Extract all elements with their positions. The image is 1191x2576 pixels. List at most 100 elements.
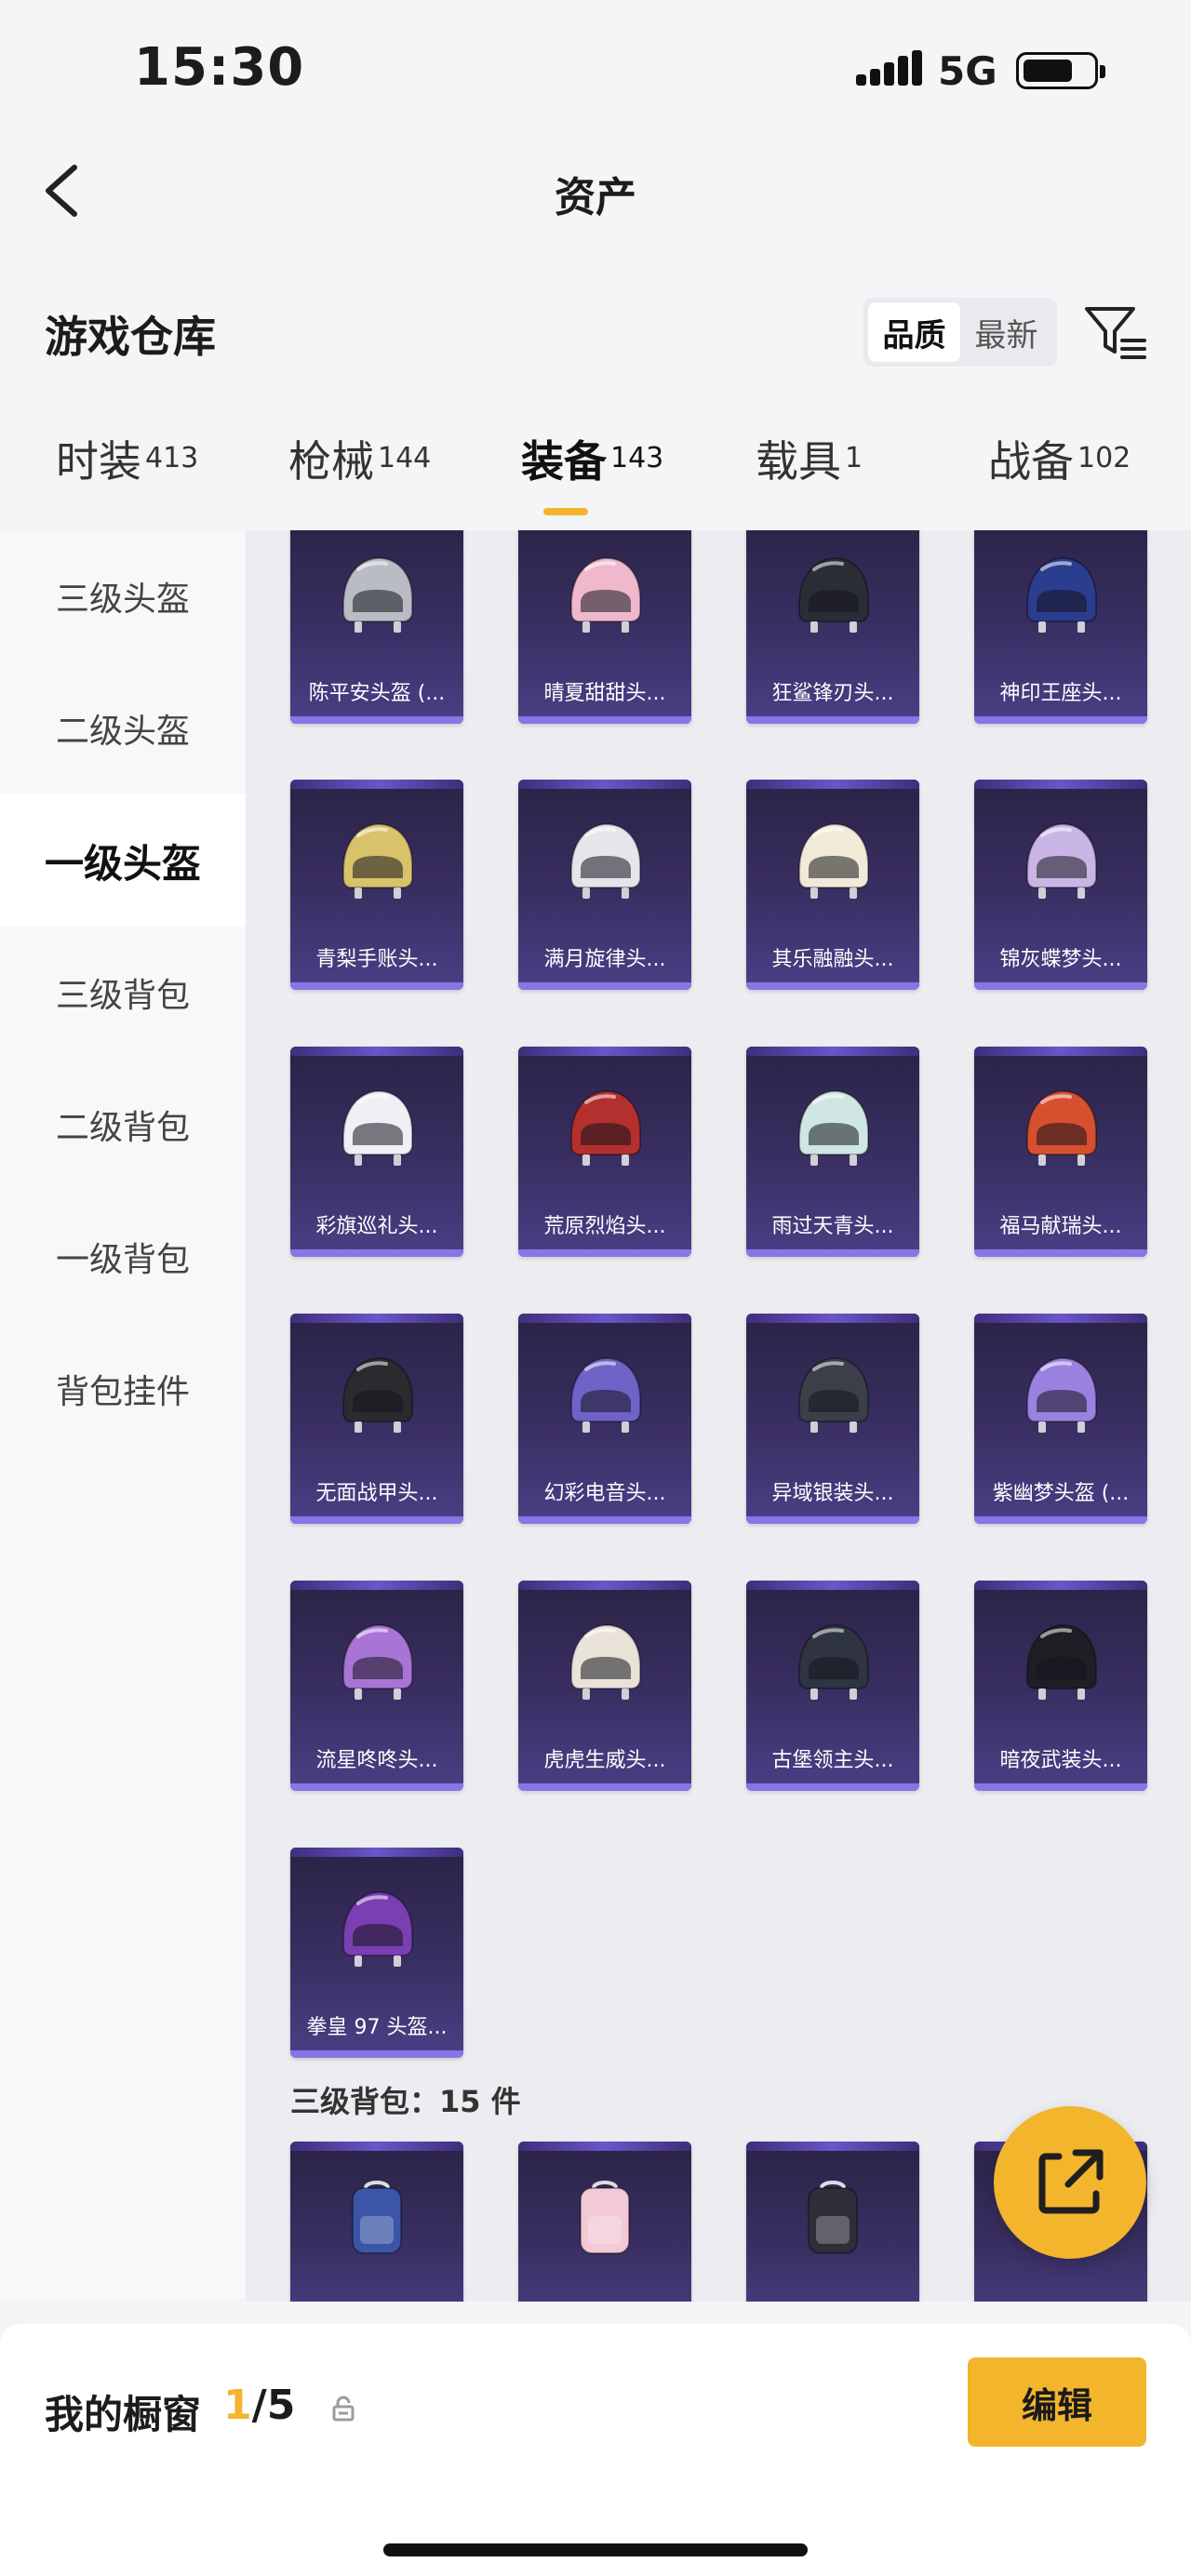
tab-fashion[interactable]: 时装 413 — [56, 428, 198, 521]
tab-vehicles[interactable]: 载具 1 — [756, 428, 863, 521]
helmet-card[interactable]: 陈平安头盔 (... — [290, 530, 463, 724]
sidebar-item-level1-helmet[interactable]: 一级头盔 — [0, 794, 246, 927]
helmet-name: 无面战甲头... — [315, 1482, 438, 1505]
helmet-card[interactable]: 幻彩电音头... — [518, 1314, 691, 1524]
helmet-icon — [1026, 822, 1097, 899]
helmet-name: 陈平安头盔 (... — [308, 682, 446, 705]
helmet-name: 异域银装头... — [771, 1482, 894, 1505]
active-tab-indicator — [543, 508, 588, 515]
sidebar-item-level3-backpack[interactable]: 三级背包 — [0, 927, 246, 1059]
helmet-icon — [798, 1356, 869, 1433]
helmet-card[interactable]: 古堡领主头... — [746, 1581, 919, 1791]
helmet-card[interactable]: 异域银装头... — [746, 1314, 919, 1524]
backpack-icon — [808, 2181, 858, 2254]
backpack-card[interactable] — [746, 2142, 919, 2302]
filter-button[interactable] — [1079, 296, 1150, 367]
helmet-card[interactable]: 其乐融融头... — [746, 780, 919, 990]
helmet-card[interactable]: 暗夜武装头... — [974, 1581, 1147, 1791]
category-tabs: 时装 413 枪械 144 装备 143 载具 1 战备 102 — [0, 428, 1191, 530]
tab-equipment[interactable]: 装备 143 — [521, 428, 663, 521]
helmet-name: 晴夏甜甜头... — [543, 682, 666, 705]
tab-label: 枪械 — [288, 436, 374, 487]
warehouse-title: 游戏仓库 — [45, 312, 216, 362]
helmet-icon — [1026, 1356, 1097, 1433]
helmet-card[interactable]: 虎虎生威头... — [518, 1581, 691, 1791]
tab-firearms[interactable]: 枪械 144 — [288, 428, 431, 521]
showcase-label: 我的橱窗 — [45, 2392, 202, 2437]
tab-label: 战备 — [988, 436, 1074, 487]
helmet-card[interactable]: 荒原烈焰头... — [518, 1047, 691, 1257]
sidebar-item-level1-backpack[interactable]: 一级背包 — [0, 1191, 246, 1323]
tab-count: 413 — [145, 441, 199, 474]
page-title: 资产 — [555, 174, 636, 221]
helmet-icon — [1026, 1623, 1097, 1700]
backpack-card[interactable] — [518, 2142, 691, 2302]
tab-label: 装备 — [521, 436, 607, 487]
helmet-card[interactable]: 拳皇 97 头盔... — [290, 1848, 463, 2058]
edit-button[interactable]: 编辑 — [968, 2357, 1146, 2447]
share-button[interactable] — [994, 2106, 1146, 2259]
helmet-card[interactable]: 流星咚咚头... — [290, 1581, 463, 1791]
helmet-icon — [1026, 556, 1097, 633]
helmet-icon — [570, 1356, 641, 1433]
network-label: 5G — [938, 48, 997, 94]
tab-count: 144 — [378, 441, 432, 474]
helmet-name: 彩旗巡礼头... — [315, 1215, 438, 1238]
helmet-icon — [798, 1089, 869, 1166]
backpack-card[interactable] — [290, 2142, 463, 2302]
helmet-icon — [342, 1356, 413, 1433]
item-grid: 三级背包：15 件 陈平安头盔 (... 晴夏甜甜头... 狂鲨锋刃头... 神印王座… — [246, 530, 1191, 2302]
sidebar-item-level2-backpack[interactable]: 二级背包 — [0, 1059, 246, 1191]
sidebar: 三级头盔 二级头盔 一级头盔 三级背包 二级背包 一级背包 背包挂件 — [0, 530, 246, 2298]
lock-icon — [332, 2396, 355, 2422]
helmet-card[interactable]: 狂鲨锋刃头... — [746, 530, 919, 724]
helmet-name: 幻彩电音头... — [543, 1482, 666, 1505]
sidebar-item-backpack-charm[interactable]: 背包挂件 — [0, 1323, 246, 1455]
sort-quality-button[interactable]: 品质 — [868, 302, 960, 362]
helmet-card[interactable]: 晴夏甜甜头... — [518, 530, 691, 724]
helmet-card[interactable]: 无面战甲头... — [290, 1314, 463, 1524]
sidebar-item-level3-helmet[interactable]: 三级头盔 — [0, 530, 246, 662]
helmet-name: 其乐融融头... — [771, 948, 894, 971]
showcase-bar: 我的橱窗 1/5 编辑 — [0, 2324, 1191, 2576]
helmet-name: 青梨手账头... — [315, 948, 438, 971]
helmet-name: 暗夜武装头... — [999, 1749, 1122, 1772]
tab-label: 时装 — [56, 436, 141, 487]
tab-count: 1 — [845, 441, 863, 474]
helmet-name: 神印王座头... — [999, 682, 1122, 705]
tab-count: 102 — [1077, 441, 1131, 474]
helmet-card[interactable]: 彩旗巡礼头... — [290, 1047, 463, 1257]
showcase-current: 1 — [223, 2382, 252, 2429]
helmet-name: 福马献瑞头... — [999, 1215, 1122, 1238]
backpack-icon — [352, 2181, 402, 2254]
helmet-card[interactable]: 福马献瑞头... — [974, 1047, 1147, 1257]
tab-label: 载具 — [756, 436, 841, 487]
showcase-total: /5 — [251, 2382, 296, 2429]
helmet-card[interactable]: 雨过天青头... — [746, 1047, 919, 1257]
backpack-icon — [580, 2181, 630, 2254]
tab-supplies[interactable]: 战备 102 — [988, 428, 1131, 521]
helmet-icon — [342, 1623, 413, 1700]
tab-count: 143 — [610, 441, 664, 474]
sort-newest-button[interactable]: 最新 — [960, 302, 1052, 362]
helmet-name: 流星咚咚头... — [315, 1749, 438, 1772]
helmet-icon — [798, 556, 869, 633]
helmet-icon — [342, 1890, 413, 1967]
helmet-name: 狂鲨锋刃头... — [771, 682, 894, 705]
helmet-card[interactable]: 神印王座头... — [974, 530, 1147, 724]
sort-toggle: 品质 最新 — [863, 298, 1057, 367]
helmet-icon — [570, 1623, 641, 1700]
signal-icon — [856, 48, 922, 86]
helmet-card[interactable]: 紫幽梦头盔 (... — [974, 1314, 1147, 1524]
helmet-card[interactable]: 青梨手账头... — [290, 780, 463, 990]
showcase-count: 1/5 — [223, 2382, 295, 2429]
helmet-card[interactable]: 满月旋律头... — [518, 780, 691, 990]
helmet-name: 锦灰蝶梦头... — [999, 948, 1122, 971]
helmet-card[interactable]: 锦灰蝶梦头... — [974, 780, 1147, 990]
helmet-icon — [570, 556, 641, 633]
helmet-icon — [798, 822, 869, 899]
helmet-name: 古堡领主头... — [771, 1749, 894, 1772]
helmet-name: 雨过天青头... — [771, 1215, 894, 1238]
helmet-icon — [342, 556, 413, 633]
sidebar-item-level2-helmet[interactable]: 二级头盔 — [0, 662, 246, 794]
